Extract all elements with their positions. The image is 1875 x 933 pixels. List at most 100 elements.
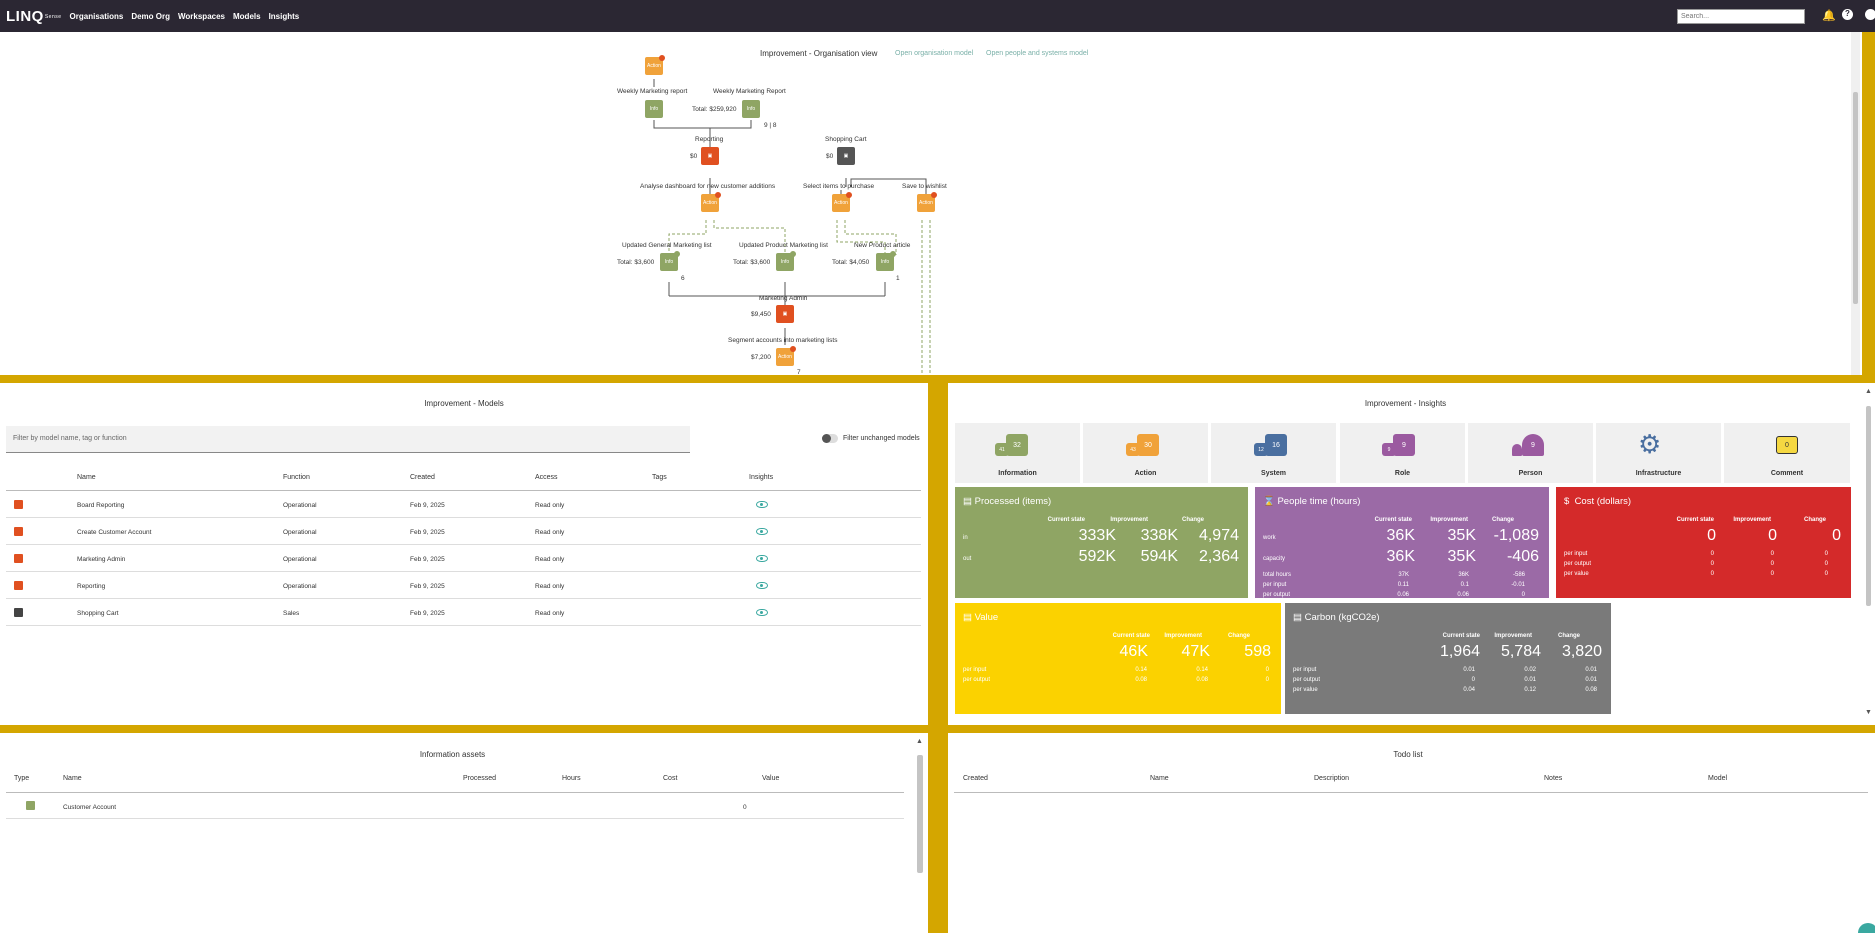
tile-comment[interactable]: 0 Comment: [1724, 423, 1850, 483]
model-filter-input[interactable]: Filter by model name, tag or function: [6, 426, 690, 453]
new-article-label: New Product article: [854, 242, 911, 249]
col-name[interactable]: Name: [77, 474, 96, 481]
account-icon[interactable]: [1865, 9, 1875, 20]
tile-role[interactable]: 9 9 Role: [1340, 423, 1465, 483]
eye-icon[interactable]: [756, 582, 768, 589]
role-node-marketing-admin[interactable]: ▣: [776, 305, 794, 323]
bell-icon[interactable]: 🔔: [1822, 9, 1836, 22]
role-node-reporting[interactable]: ▣: [701, 147, 719, 165]
linq-logo[interactable]: LINQSense: [6, 8, 62, 25]
search-input[interactable]: [1677, 9, 1805, 24]
system-node-shopping-cart[interactable]: ▣: [837, 147, 855, 165]
people-time-card: ⌛ People time (hours) Current state Impr…: [1255, 487, 1549, 598]
model-name[interactable]: Reporting: [77, 583, 105, 590]
col-model[interactable]: Model: [1708, 775, 1727, 782]
help-icon[interactable]: ?: [1842, 9, 1853, 20]
upd-product-label: Updated Product Marketing list: [739, 242, 828, 249]
col-tags[interactable]: Tags: [652, 474, 667, 481]
eye-icon[interactable]: [756, 609, 768, 616]
tile-information[interactable]: 41 32 Information: [955, 423, 1080, 483]
count-label: 7: [797, 369, 801, 375]
tile-infrastructure[interactable]: ⚙ Infrastructure: [1596, 423, 1721, 483]
col-name[interactable]: Name: [63, 775, 82, 782]
nav-workspaces[interactable]: Workspaces: [178, 12, 225, 21]
tile-person[interactable]: 9 Person: [1468, 423, 1593, 483]
nav-insights[interactable]: Insights: [269, 12, 300, 21]
tile-system[interactable]: 12 16 System: [1211, 423, 1336, 483]
model-name[interactable]: Create Customer Account: [77, 529, 151, 536]
assets-scrollbar[interactable]: ▲: [914, 733, 926, 933]
tile-action[interactable]: 43 30 Action: [1083, 423, 1208, 483]
upd-general-label: Updated General Marketing list: [622, 242, 712, 249]
col-access[interactable]: Access: [535, 474, 558, 481]
top-bar: LINQSense Organisations Demo Org Workspa…: [0, 0, 1875, 32]
col-insights[interactable]: Insights: [749, 474, 773, 481]
value-title: ▤ Value: [963, 612, 999, 623]
eye-icon[interactable]: [756, 555, 768, 562]
filter-unchanged-toggle[interactable]: [822, 434, 838, 443]
segment-cost: $7,200: [751, 354, 771, 361]
col-created[interactable]: Created: [410, 474, 435, 481]
carbon-title: ▤ Carbon (kgCO2e): [1293, 612, 1380, 623]
col-type[interactable]: Type: [14, 775, 29, 782]
people-time-title: ⌛ People time (hours): [1263, 496, 1361, 507]
info-node[interactable]: Info: [876, 251, 896, 271]
model-name[interactable]: Shopping Cart: [77, 610, 119, 617]
action-node[interactable]: Action: [776, 346, 796, 366]
action-node[interactable]: Action: [645, 55, 665, 75]
total-label: Total: $3,600: [617, 259, 655, 266]
comment-icon: 0: [1776, 436, 1798, 454]
info-node[interactable]: Info: [645, 100, 663, 118]
info-node[interactable]: Info: [660, 251, 680, 271]
action-node[interactable]: Action: [917, 192, 937, 212]
chat-bubble-icon[interactable]: [1858, 923, 1875, 933]
col-processed[interactable]: Processed: [463, 775, 496, 782]
col-notes[interactable]: Notes: [1544, 775, 1562, 782]
action-node[interactable]: Action: [832, 192, 852, 212]
filter-unchanged-label: Filter unchanged models: [843, 435, 920, 442]
col-cost[interactable]: Cost: [663, 775, 677, 782]
insights-panel: Improvement - Insights 41 32 Information…: [948, 383, 1875, 725]
models-panel: Improvement - Models Filter by model nam…: [0, 383, 928, 725]
model-access: Read only: [535, 610, 565, 617]
assets-scroll-thumb[interactable]: [917, 755, 923, 873]
nav-demo-org[interactable]: Demo Org: [131, 12, 170, 21]
col-description[interactable]: Description: [1314, 775, 1349, 782]
model-name[interactable]: Board Reporting: [77, 502, 124, 509]
model-function: Operational: [283, 529, 317, 536]
models-title: Improvement - Models: [424, 399, 504, 408]
org-scrollbar[interactable]: [1851, 32, 1860, 375]
insights-scroll-thumb[interactable]: [1866, 406, 1871, 606]
model-function: Operational: [283, 556, 317, 563]
info-node[interactable]: Info: [742, 100, 760, 118]
processed-card: ▤ Processed (items) Current state Improv…: [955, 487, 1248, 598]
insights-scrollbar[interactable]: ▲ ▼: [1863, 383, 1875, 725]
model-icon: [14, 527, 23, 536]
col-created[interactable]: Created: [963, 775, 988, 782]
reporting-label: Reporting: [695, 136, 724, 143]
eye-icon[interactable]: [756, 528, 768, 535]
model-name[interactable]: Marketing Admin: [77, 556, 125, 563]
nav-organisations[interactable]: Organisations: [70, 12, 124, 21]
col-hours[interactable]: Hours: [562, 775, 581, 782]
reporting-cost: $0: [690, 153, 698, 160]
asset-value: 0: [743, 804, 747, 811]
info-node[interactable]: Info: [776, 251, 796, 271]
save-wishlist-label: Save to wishlist: [902, 183, 947, 190]
information-assets-panel: Information assets Type Name Processed H…: [0, 733, 928, 933]
nav-models[interactable]: Models: [233, 12, 261, 21]
asset-name[interactable]: Customer Account: [63, 804, 116, 811]
marketing-admin-label: Marketing Admin: [759, 295, 808, 302]
select-items-label: Select items to purchase: [803, 183, 875, 190]
org-scroll-thumb[interactable]: [1853, 92, 1858, 304]
model-created: Feb 9, 2025: [410, 610, 445, 617]
shopping-cart-label: Shopping Cart: [825, 136, 867, 143]
eye-icon[interactable]: [756, 501, 768, 508]
total-label: Total: $4,050: [832, 259, 870, 266]
col-value[interactable]: Value: [762, 775, 779, 782]
model-created: Feb 9, 2025: [410, 529, 445, 536]
insights-title: Improvement - Insights: [1364, 399, 1447, 408]
col-function[interactable]: Function: [283, 474, 310, 481]
col-name[interactable]: Name: [1150, 775, 1169, 782]
action-node[interactable]: Action: [701, 192, 721, 212]
